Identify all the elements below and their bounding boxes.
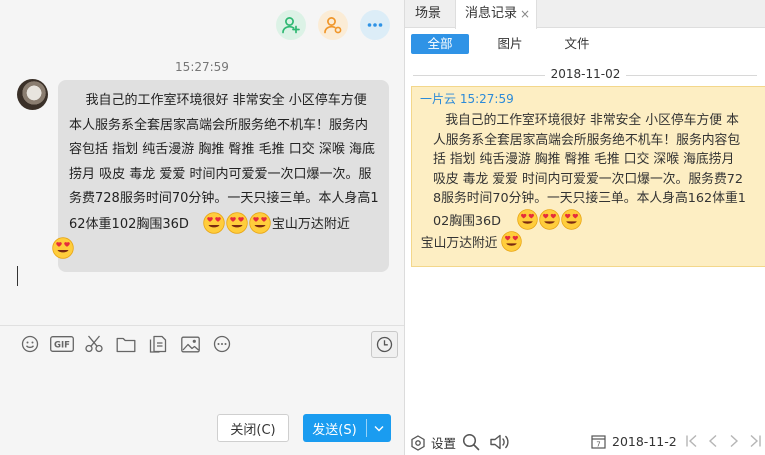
heart-eyes-emoji-icon [500, 231, 522, 252]
user-profile-button[interactable] [318, 10, 348, 40]
heart-eyes-emoji-icon [203, 211, 225, 234]
history-panel: 场景 消息记录 × 全部 图片 文件 2018-11-02 一片云 15:27:… [405, 0, 765, 455]
chat-panel: 15:27:59 我自己的工作室环境很好 非常安全 小区停车方便 本人服务系全套… [0, 0, 404, 455]
tab-message-history[interactable]: 消息记录 × [455, 0, 537, 29]
first-page-button[interactable] [685, 434, 699, 451]
speaker-icon [490, 434, 509, 450]
documents-icon [149, 335, 167, 353]
prev-page-button[interactable] [706, 434, 720, 451]
current-date: 2018-11-2 [612, 434, 677, 449]
send-button[interactable]: 发送(S) [303, 414, 391, 442]
tab-scene[interactable]: 场景 [415, 0, 441, 28]
screenshot-button[interactable] [78, 333, 110, 355]
history-pager [685, 434, 762, 451]
gif-icon: GIF [50, 336, 74, 352]
send-options-dropdown[interactable] [367, 425, 391, 432]
calendar-icon: 7 [591, 435, 606, 449]
sender-avatar[interactable] [17, 79, 48, 110]
first-page-icon [686, 434, 697, 448]
add-contact-button[interactable] [276, 10, 306, 40]
chevron-left-icon [708, 434, 717, 448]
date-separator-line [413, 75, 545, 76]
folder-icon [116, 337, 136, 352]
history-filters: 全部 图片 文件 [411, 34, 607, 54]
svg-text:7: 7 [596, 441, 600, 449]
record-header: 一片云 15:27:59 [420, 90, 514, 107]
settings-icon [411, 434, 425, 451]
image-icon [180, 336, 200, 352]
record-time: 15:27:59 [459, 92, 514, 106]
more-tools-button[interactable] [206, 333, 238, 355]
record-tail: 宝山万达附近 [420, 236, 498, 251]
close-button[interactable]: 关闭(C) [217, 414, 289, 442]
message-history-button[interactable] [371, 331, 398, 358]
send-file-button[interactable] [110, 333, 142, 355]
date-separator-label: 2018-11-02 [550, 67, 621, 81]
filter-files[interactable]: 文件 [547, 34, 607, 54]
audio-history-button[interactable] [489, 433, 511, 454]
more-circle-icon [213, 335, 231, 353]
send-button-label: 发送(S) [312, 422, 357, 438]
scissors-icon [85, 335, 103, 353]
text-caret [17, 266, 18, 286]
record-text: 我自己的工作室环境很好 非常安全 小区停车方便 本人服务系全套居家高端会所服务绝… [421, 111, 749, 254]
last-page-icon [750, 434, 761, 448]
chevron-right-icon [730, 434, 739, 448]
history-record[interactable]: 一片云 15:27:59 我自己的工作室环境很好 非常安全 小区停车方便 本人服… [411, 86, 765, 267]
send-document-button[interactable] [142, 333, 174, 355]
chevron-down-icon [374, 425, 384, 431]
more-options-button[interactable] [360, 10, 390, 40]
search-icon [462, 433, 480, 451]
history-settings-button[interactable]: 设置 [410, 433, 456, 452]
send-image-button[interactable] [174, 333, 206, 355]
search-history-button[interactable] [462, 433, 480, 454]
settings-label: 设置 [431, 436, 457, 451]
more-dots-icon [367, 23, 383, 27]
message-timestamp: 15:27:59 [175, 60, 229, 74]
tab-close-icon[interactable]: × [520, 0, 530, 28]
date-separator: 2018-11-02 [405, 67, 765, 82]
heart-eyes-emoji-icon [249, 211, 271, 234]
emoji-button[interactable] [14, 333, 46, 355]
gif-button[interactable]: GIF [46, 333, 78, 355]
last-page-button[interactable] [748, 434, 762, 451]
heart-eyes-emoji-icon [52, 237, 75, 259]
add-person-icon [282, 17, 300, 34]
chat-header-actions [276, 10, 390, 40]
svg-text:GIF: GIF [54, 341, 70, 351]
smiley-icon [21, 335, 39, 353]
input-toolbar: GIF [14, 333, 238, 355]
record-message: 我自己的工作室环境很好 非常安全 小区停车方便 本人服务系全套居家高端会所服务绝… [433, 113, 746, 229]
history-tab-bar: 场景 消息记录 × [405, 0, 765, 29]
heart-eyes-emoji-icon [539, 208, 560, 230]
person-settings-icon [324, 17, 342, 34]
next-page-button[interactable] [727, 434, 741, 451]
date-separator-line [626, 75, 757, 76]
date-picker[interactable]: 7 2018-11-2 [591, 434, 677, 449]
tab-message-history-label: 消息记录 [465, 6, 518, 21]
message-text: 我自己的工作室环境很好 非常安全 小区停车方便 本人服务系全套居家高端会所服务绝… [52, 89, 379, 263]
filter-all[interactable]: 全部 [411, 34, 469, 54]
heart-eyes-emoji-icon [517, 208, 538, 230]
clock-icon [376, 336, 393, 353]
heart-eyes-emoji-icon [226, 211, 248, 234]
history-bottom-bar: 设置 7 2018-11-2 [405, 431, 765, 455]
filter-images[interactable]: 图片 [475, 34, 545, 54]
record-body: 我自己的工作室环境很好 非常安全 小区停车方便 本人服务系全套居家高端会所服务绝… [421, 111, 749, 254]
input-divider [0, 325, 404, 326]
heart-eyes-emoji-icon [561, 208, 582, 230]
record-sender: 一片云 [420, 92, 457, 106]
message-bubble: 我自己的工作室环境很好 非常安全 小区停车方便 本人服务系全套居家高端会所服务绝… [52, 80, 389, 272]
message-tail: 宝山万达附近 [271, 216, 350, 232]
